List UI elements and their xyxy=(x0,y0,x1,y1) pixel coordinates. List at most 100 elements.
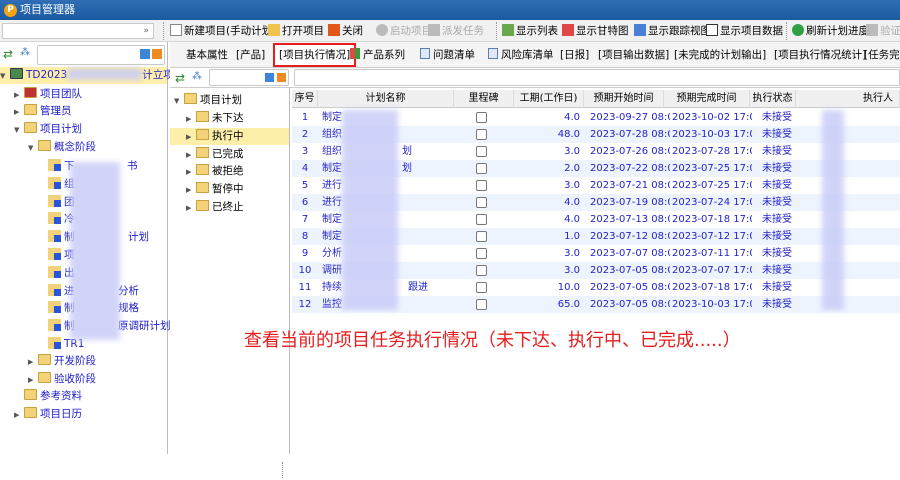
toolbar-button-folder-open[interactable]: 打开项目 xyxy=(268,23,324,39)
task-name[interactable]: 进行 xyxy=(322,177,342,194)
toolbar-button-tracking[interactable]: 显示跟踪视图 xyxy=(634,23,711,39)
task-name[interactable]: 调研 xyxy=(322,262,342,279)
status-search-input[interactable] xyxy=(209,69,289,86)
expand-arrow-icon[interactable]: ▼ xyxy=(28,140,38,157)
task-name[interactable]: 组织 xyxy=(322,126,342,143)
milestone-checkbox[interactable] xyxy=(476,146,487,157)
tab-6[interactable]: [日报] xyxy=(560,47,589,63)
execution-status[interactable]: 未接受 xyxy=(762,228,802,245)
tab-10[interactable]: [任务完成 xyxy=(864,47,900,63)
tree-item[interactable]: ▶ 项目日历 xyxy=(14,406,82,423)
tab-0[interactable]: 基本属性 xyxy=(186,47,228,63)
expand-arrow-icon[interactable]: ▶ xyxy=(186,200,196,217)
task-name[interactable]: 组织 xyxy=(322,143,342,160)
task-name-end[interactable]: 划 xyxy=(402,160,432,177)
arrow-up-icon[interactable] xyxy=(152,49,162,59)
execution-status[interactable]: 未接受 xyxy=(762,279,802,296)
milestone-checkbox[interactable] xyxy=(476,231,487,242)
expand-arrow-icon[interactable]: ▶ xyxy=(186,111,196,128)
task-name-end[interactable]: 划 xyxy=(402,143,432,160)
status-item[interactable]: ▶ 被拒绝 xyxy=(170,163,289,180)
status-item[interactable]: ▶ 已终止 xyxy=(170,199,289,216)
column-header[interactable]: 计划名称 xyxy=(318,90,454,108)
tree-item[interactable]: ▶ 验收阶段 xyxy=(28,371,96,388)
status-tree-root[interactable]: ▼ 项目计划 xyxy=(174,92,242,109)
arrow-up-icon[interactable] xyxy=(277,73,286,82)
tree-item[interactable]: ▼ 项目计划 xyxy=(14,121,82,138)
tree-item[interactable]: ▶ 管理员 xyxy=(14,103,72,120)
tab-9[interactable]: [项目执行情况统计] xyxy=(774,47,866,63)
execution-status[interactable]: 未接受 xyxy=(762,262,802,279)
tree-item[interactable]: ▶ 项目团队 xyxy=(14,86,82,103)
chevron-down-icon[interactable]: » xyxy=(143,26,149,36)
tree-item[interactable]: 参考资料 xyxy=(14,388,82,405)
milestone-checkbox[interactable] xyxy=(476,197,487,208)
tab-8[interactable]: [未完成的计划输出] xyxy=(674,47,766,63)
toolbar-button-start[interactable]: 启动项目 xyxy=(376,23,432,39)
tree-root[interactable]: ▼ TD2023 计立项项 xyxy=(0,67,184,85)
milestone-checkbox[interactable] xyxy=(476,248,487,259)
milestone-checkbox[interactable] xyxy=(476,265,487,276)
column-header[interactable]: 里程碑 xyxy=(454,90,514,108)
expand-arrow-icon[interactable]: ▶ xyxy=(28,372,38,389)
status-item[interactable]: ▶ 已完成 xyxy=(170,146,289,163)
column-header[interactable]: 执行状态 xyxy=(750,90,796,108)
execution-status[interactable]: 未接受 xyxy=(762,296,802,313)
column-header[interactable]: 执行人 xyxy=(796,90,900,108)
milestone-checkbox[interactable] xyxy=(476,129,487,140)
toolbar-button-verify[interactable]: 验证 xyxy=(866,23,900,39)
tree-structure-icon[interactable]: ⁂ xyxy=(192,71,202,82)
task-name[interactable]: 监控 xyxy=(322,296,342,313)
execution-status[interactable]: 未接受 xyxy=(762,109,802,126)
task-name[interactable]: 制定 xyxy=(322,228,342,245)
expand-arrow-icon[interactable]: ▶ xyxy=(14,87,24,104)
milestone-checkbox[interactable] xyxy=(476,180,487,191)
task-name[interactable]: 制定 xyxy=(322,211,342,228)
tree-structure-icon[interactable]: ⁂ xyxy=(20,47,30,58)
tab-4[interactable]: 问题清单 xyxy=(420,47,475,63)
splitter[interactable] xyxy=(282,462,283,478)
arrow-down-icon[interactable] xyxy=(140,49,150,59)
toolbar-button-dispatch[interactable]: 派发任务 xyxy=(428,23,484,39)
tab-3[interactable]: 产品系列 xyxy=(350,47,405,63)
toolbar-button-data[interactable]: 显示项目数据 xyxy=(706,23,783,39)
project-combo[interactable]: » xyxy=(2,23,154,39)
expand-arrow-icon[interactable]: ▼ xyxy=(0,68,10,85)
status-item[interactable]: ▶ 执行中 xyxy=(170,127,289,146)
milestone-checkbox[interactable] xyxy=(476,163,487,174)
grid-filter-input[interactable] xyxy=(294,69,900,86)
tab-2[interactable]: [项目执行情况] xyxy=(273,43,357,67)
arrow-down-icon[interactable] xyxy=(265,73,274,82)
task-name[interactable]: 进行 xyxy=(322,194,342,211)
tree-search-input[interactable] xyxy=(37,45,165,65)
column-header[interactable]: 序号 xyxy=(292,90,318,108)
task-name[interactable]: 分析 xyxy=(322,245,342,262)
tree-item[interactable]: ▼ 概念阶段 xyxy=(28,139,96,156)
tree-item[interactable]: ▶ 开发阶段 xyxy=(28,353,96,370)
execution-status[interactable]: 未接受 xyxy=(762,245,802,262)
milestone-checkbox[interactable] xyxy=(476,112,487,123)
task-name[interactable]: 持续 xyxy=(322,279,342,296)
task-name[interactable]: 制定 xyxy=(322,160,342,177)
status-item[interactable]: ▶ 暂停中 xyxy=(170,181,289,198)
execution-status[interactable]: 未接受 xyxy=(762,160,802,177)
expand-arrow-icon[interactable]: ▶ xyxy=(186,147,196,164)
toolbar-button-refresh[interactable]: 刷新计划进度 xyxy=(792,23,869,39)
column-header[interactable]: 预期开始时间 xyxy=(584,90,664,108)
tab-5[interactable]: 风险库清单 xyxy=(488,47,554,63)
refresh-icon[interactable]: ⇄ xyxy=(175,71,185,85)
toolbar-button-gantt[interactable]: 显示甘特图 xyxy=(562,23,629,39)
expand-arrow-icon[interactable]: ▼ xyxy=(14,122,24,139)
column-header[interactable]: 工期(工作日) xyxy=(514,90,584,108)
status-item[interactable]: ▶ 未下达 xyxy=(170,110,289,127)
expand-arrow-icon[interactable]: ▶ xyxy=(186,129,196,146)
milestone-checkbox[interactable] xyxy=(476,299,487,310)
execution-status[interactable]: 未接受 xyxy=(762,194,802,211)
execution-status[interactable]: 未接受 xyxy=(762,143,802,160)
refresh-icon[interactable]: ⇄ xyxy=(3,47,13,61)
execution-status[interactable]: 未接受 xyxy=(762,126,802,143)
toolbar-button-new-document[interactable]: 新建项目(手动计划) xyxy=(170,23,276,39)
task-name[interactable]: 制定 xyxy=(322,109,342,126)
task-name-end[interactable]: 跟进 xyxy=(408,279,438,296)
expand-arrow-icon[interactable]: ▶ xyxy=(28,354,38,371)
